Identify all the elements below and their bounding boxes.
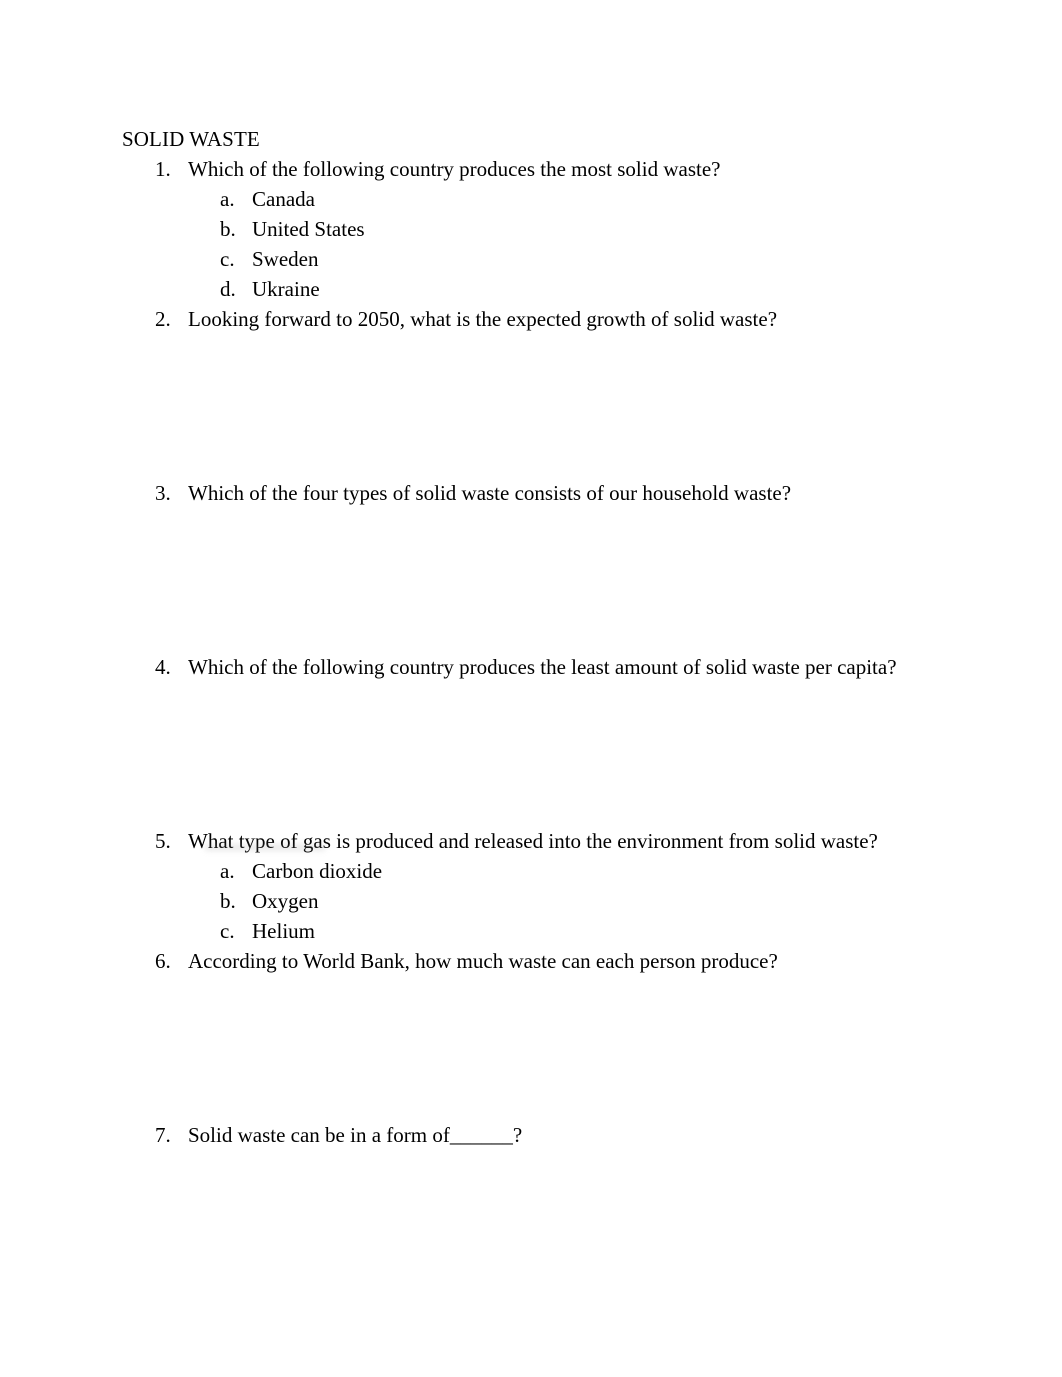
answer-space[interactable] xyxy=(188,682,942,826)
question-number: 2. xyxy=(155,307,171,331)
option-letter: c. xyxy=(220,247,235,271)
question-number: 1. xyxy=(155,157,171,181)
question-text: Which of the following country produces … xyxy=(188,655,897,679)
option-item[interactable]: a. Carbon dioxide xyxy=(220,856,942,886)
question-text: Which of the four types of solid waste c… xyxy=(188,481,792,505)
question-item: 7. Solid waste can be in a form of______? xyxy=(122,1120,942,1150)
option-list: a. Carbon dioxide b. Oxygen c. Helium xyxy=(220,856,942,946)
answer-options: a. Canada b. United States c. Sweden d. Ukraine xyxy=(220,184,942,304)
question-list: 1. Which of the following country produce… xyxy=(122,154,942,1150)
answer-space[interactable] xyxy=(188,334,942,478)
option-letter: b. xyxy=(220,889,236,913)
question-number: 3. xyxy=(155,481,171,505)
option-letter: a. xyxy=(220,859,235,883)
option-text: Ukraine xyxy=(252,277,320,301)
question-item: 3. Which of the four types of solid waste… xyxy=(122,478,942,652)
question-text: According to World Bank, how much waste … xyxy=(188,949,778,973)
option-letter: b. xyxy=(220,217,236,241)
option-text: United States xyxy=(252,217,365,241)
question-text: Looking forward to 2050, what is the exp… xyxy=(188,307,778,331)
option-letter: c. xyxy=(220,919,235,943)
question-number: 5. xyxy=(155,829,171,853)
question-text: Solid waste can be in a form of______? xyxy=(188,1123,523,1147)
option-text: Carbon dioxide xyxy=(252,859,383,883)
option-item[interactable]: a. Canada xyxy=(220,184,942,214)
answer-options: a. Carbon dioxide b. Oxygen c. Helium xyxy=(220,856,942,946)
page-title: SOLID WASTE xyxy=(122,127,260,151)
option-item[interactable]: c. Helium xyxy=(220,916,942,946)
document-body: SOLID WASTE 1. Which of the following cou… xyxy=(122,124,942,1150)
option-text: Canada xyxy=(252,187,315,211)
question-item: 1. Which of the following country produce… xyxy=(122,154,942,304)
option-item[interactable]: b. United States xyxy=(220,214,942,244)
option-text: Oxygen xyxy=(252,889,319,913)
question-number: 7. xyxy=(155,1123,171,1147)
option-item[interactable]: b. Oxygen xyxy=(220,886,942,916)
option-list: a. Canada b. United States c. Sweden d. Ukraine xyxy=(220,184,942,304)
option-text: Sweden xyxy=(252,247,319,271)
question-number: 4. xyxy=(155,655,171,679)
option-item[interactable]: c. Sweden xyxy=(220,244,942,274)
answer-space[interactable] xyxy=(188,508,942,652)
option-letter: a. xyxy=(220,187,235,211)
question-text: What type of gas is produced and release… xyxy=(188,829,878,853)
question-text: Which of the following country produces … xyxy=(188,157,721,181)
question-item: 6. According to World Bank, how much wast… xyxy=(122,946,942,1120)
answer-space[interactable] xyxy=(188,976,942,1120)
question-item: 2. Looking forward to 2050, what is the e… xyxy=(122,304,942,478)
question-item: 4. Which of the following country produce… xyxy=(122,652,942,826)
question-number: 6. xyxy=(155,949,171,973)
option-letter: d. xyxy=(220,277,236,301)
option-text: Helium xyxy=(252,919,315,943)
document-page: SOLID WASTE 1. Which of the following cou… xyxy=(0,0,1062,1377)
question-item: 5. What type of gas is produced and relea… xyxy=(122,826,942,946)
option-item[interactable]: d. Ukraine xyxy=(220,274,942,304)
